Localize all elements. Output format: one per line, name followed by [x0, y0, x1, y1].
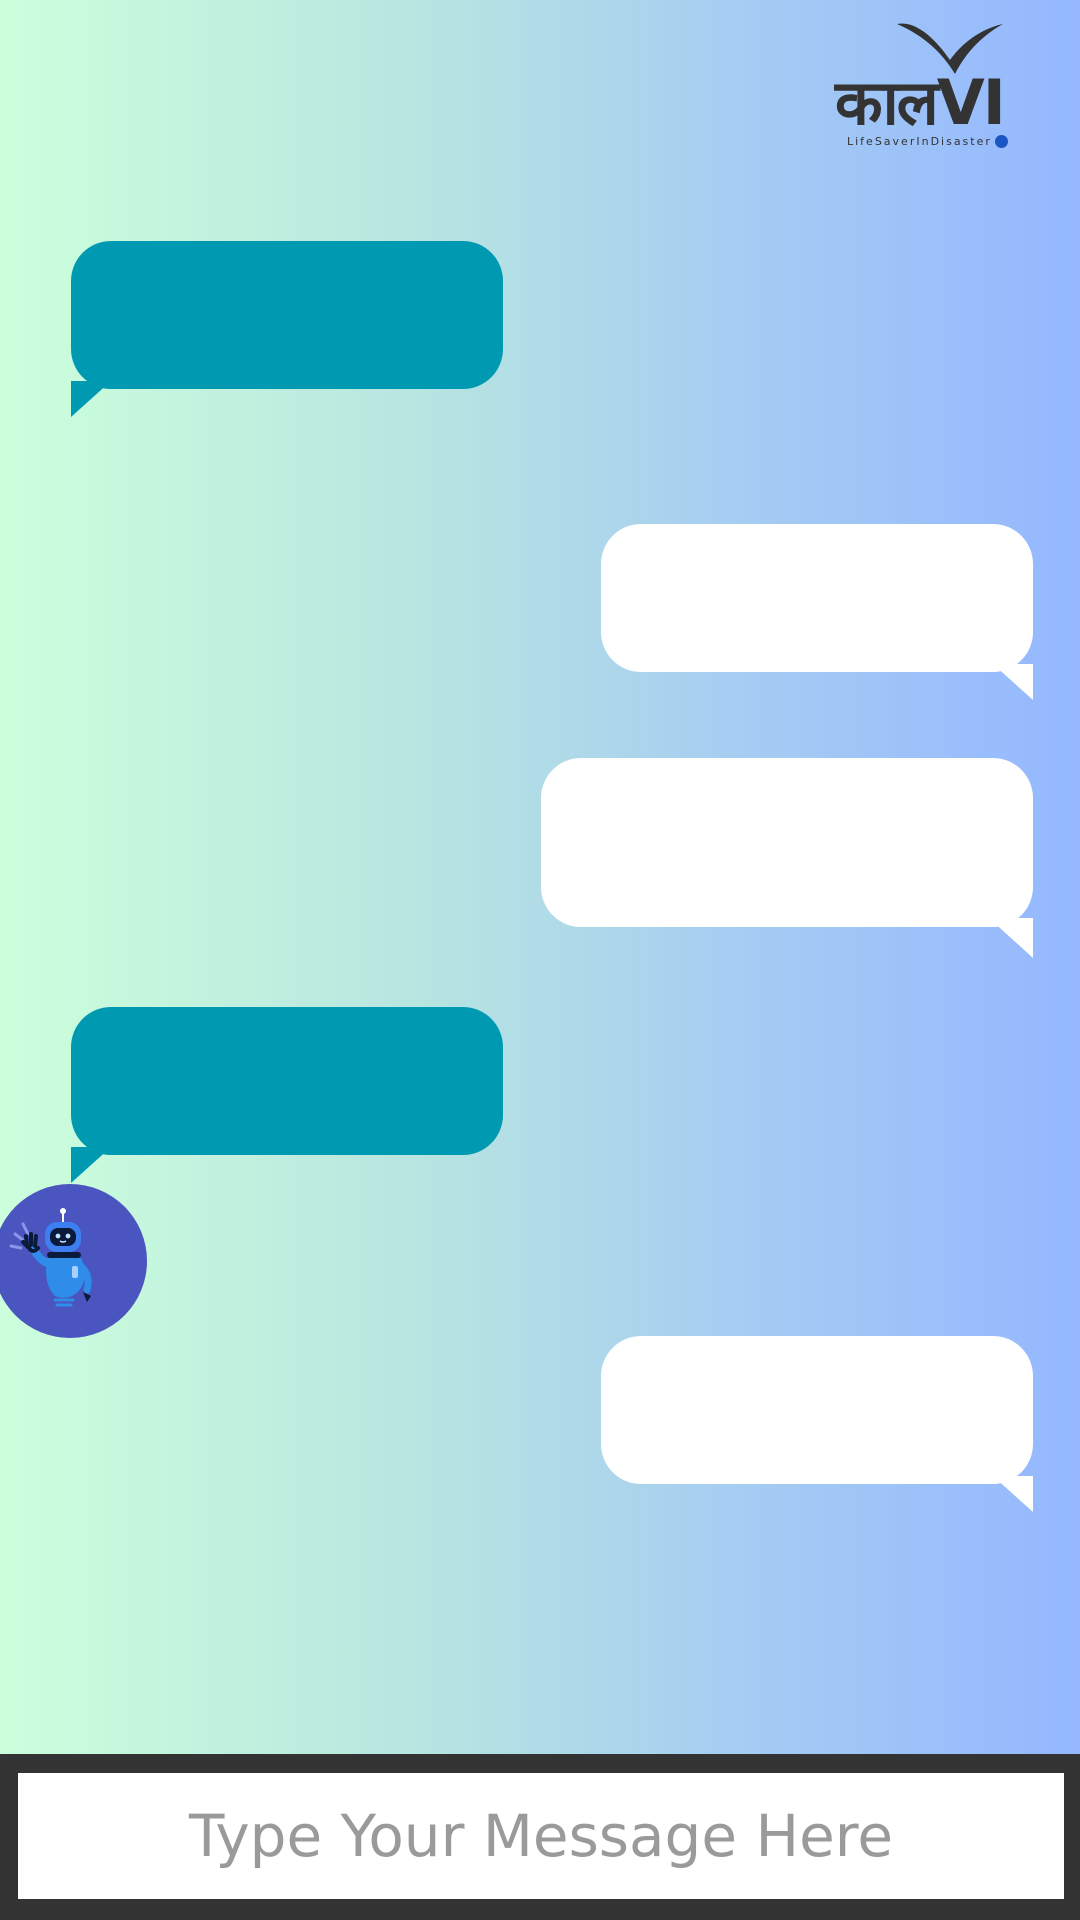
robot-waving-icon — [9, 1208, 92, 1307]
message-composer — [0, 1754, 1080, 1920]
app-logo: कालVI LifeSaverInDisaster — [835, 20, 1015, 155]
bubble-tail — [993, 664, 1033, 700]
bubble-tail — [989, 918, 1033, 958]
chat-screen: कालVI LifeSaverInDisaster — [0, 0, 1080, 1920]
bubble-tail — [71, 381, 111, 417]
logo-tagline: LifeSaverInDisaster — [847, 135, 992, 148]
bot-message-bubble — [71, 1007, 503, 1183]
user-message-bubble — [601, 1336, 1033, 1512]
bot-message-bubble — [71, 241, 503, 417]
bubble-tail — [71, 1147, 111, 1183]
user-message-bubble — [601, 524, 1033, 700]
logo-dot — [995, 135, 1008, 148]
bot-avatar[interactable] — [0, 1184, 147, 1338]
message-input[interactable] — [18, 1773, 1064, 1899]
bubble-tail — [993, 1476, 1033, 1512]
user-message-bubble — [541, 758, 1033, 960]
